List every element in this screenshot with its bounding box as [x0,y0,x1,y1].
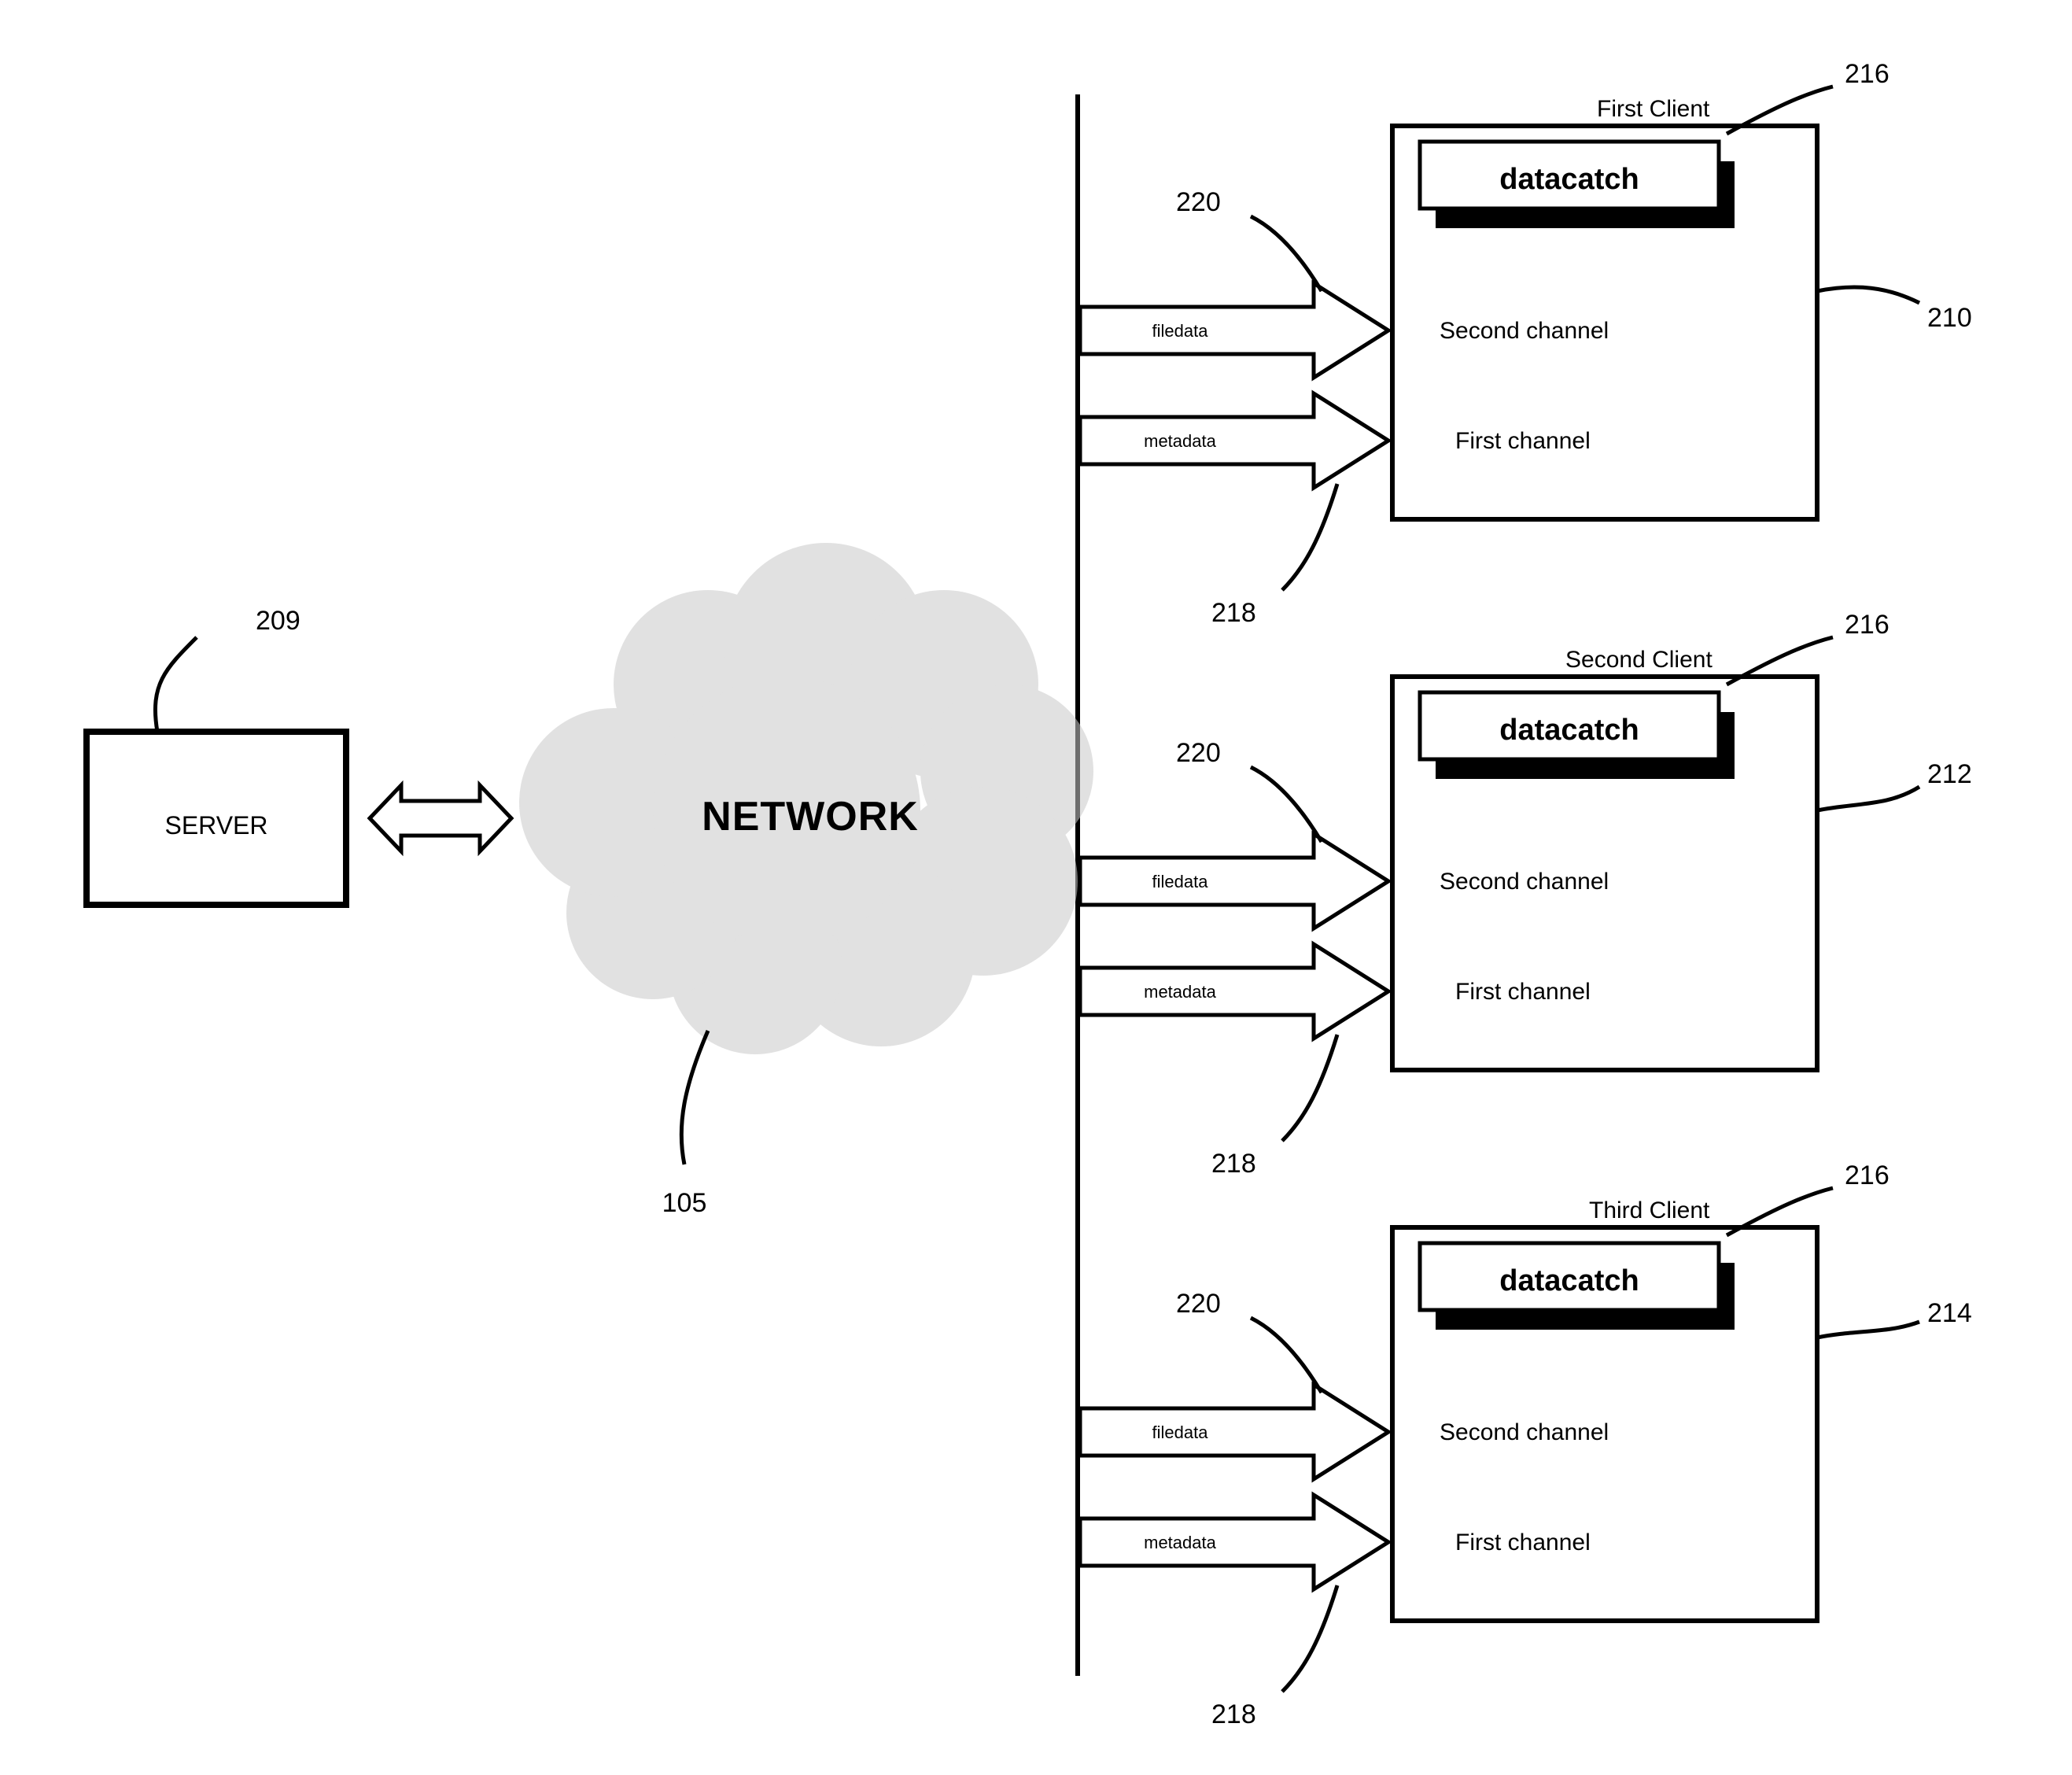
network-label: NETWORK [702,794,919,840]
server-group: SERVER 209 [87,606,346,905]
client-2-box-ref-lead [1817,787,1919,810]
network-ref: 105 [662,1188,707,1218]
client-3-metadata-label: metadata [1144,1533,1216,1552]
client-1-metadata-arrow: metadata [1080,393,1388,488]
client-3-box-ref: 214 [1927,1298,1972,1328]
client-3-filedata-label: filedata [1152,1423,1209,1442]
server-ref: 209 [256,606,300,636]
client-3-datacatch-label: datacatch [1499,1264,1639,1297]
client-1-title: First Client [1597,96,1710,122]
client-3-dc-ref: 216 [1845,1161,1890,1190]
client-1-first-channel: First channel [1455,428,1591,454]
client-2-md-ref: 218 [1211,1149,1256,1179]
client-3: Third Client datacatch Second channel Fi… [1080,1161,1972,1729]
client-1-fd-ref: 220 [1176,187,1221,217]
client-1: First Client datacatch Second channel Fi… [1080,59,1972,628]
server-label: SERVER [164,811,267,840]
client-1-box-ref: 210 [1927,303,1972,333]
client-3-title: Third Client [1589,1197,1710,1223]
network-cloud: NETWORK 105 [519,543,1093,1218]
client-1-second-channel: Second channel [1440,318,1609,344]
server-network-arrow [370,785,511,851]
client-3-fd-ref-lead [1251,1318,1322,1393]
client-2-box-ref: 212 [1927,759,1972,789]
client-2-fd-ref: 220 [1176,738,1221,768]
client-2-title: Second Client [1565,647,1713,673]
client-3-box-ref-lead [1817,1322,1919,1338]
client-1-filedata-arrow: filedata [1080,283,1388,378]
server-ref-lead [155,637,197,732]
client-1-datacatch-label: datacatch [1499,163,1639,196]
client-3-md-ref-lead [1282,1585,1337,1692]
client-2-first-channel: First channel [1455,979,1591,1005]
client-2-fd-ref-lead [1251,767,1322,842]
client-3-second-channel: Second channel [1440,1419,1609,1445]
client-2-md-ref-lead [1282,1035,1337,1141]
client-1-filedata-label: filedata [1152,321,1209,341]
client-2-metadata-label: metadata [1144,982,1216,1002]
client-3-filedata-arrow: filedata [1080,1385,1388,1479]
client-3-first-channel: First channel [1455,1530,1591,1555]
client-2-filedata-label: filedata [1152,872,1209,891]
network-ref-lead [681,1031,708,1164]
client-2-metadata-arrow: metadata [1080,944,1388,1039]
client-2-second-channel: Second channel [1440,869,1609,895]
client-1-box-ref-lead [1817,287,1919,303]
client-2: Second Client datacatch Second channel F… [1080,610,1972,1179]
client-1-metadata-label: metadata [1144,431,1216,451]
client-3-fd-ref: 220 [1176,1289,1221,1319]
client-2-filedata-arrow: filedata [1080,834,1388,928]
client-2-dc-ref: 216 [1845,610,1890,640]
client-3-metadata-arrow: metadata [1080,1495,1388,1589]
client-2-datacatch-label: datacatch [1499,714,1639,747]
client-1-dc-ref: 216 [1845,59,1890,89]
client-1-md-ref-lead [1282,484,1337,590]
client-1-md-ref: 218 [1211,598,1256,628]
client-1-fd-ref-lead [1251,216,1322,291]
client-3-md-ref: 218 [1211,1699,1256,1729]
